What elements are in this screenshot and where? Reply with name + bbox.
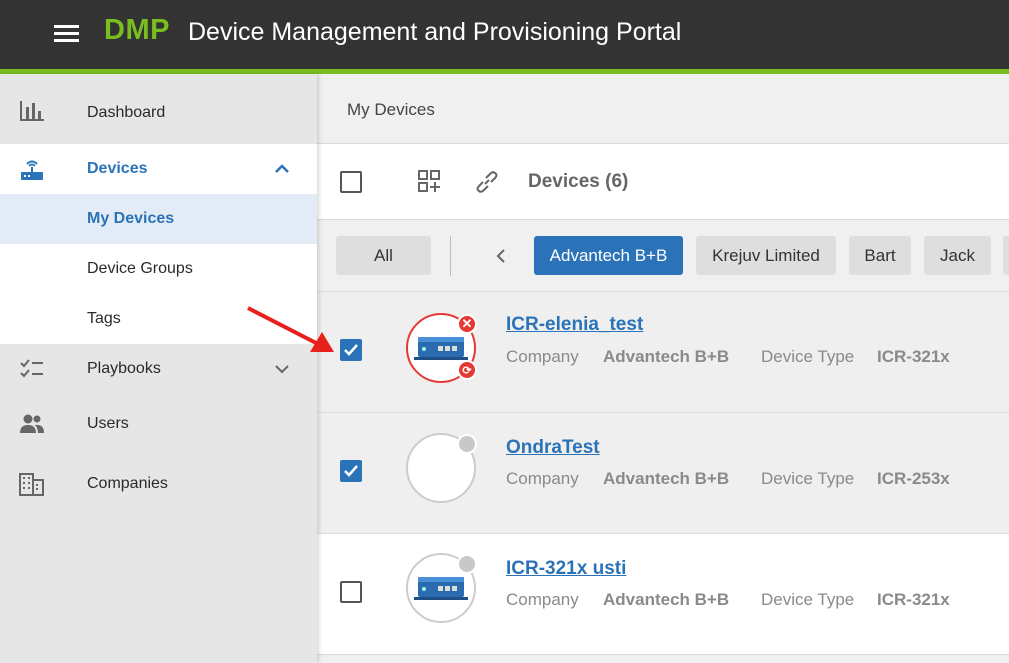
company-filter-bar: All Advantech B+B Krejuv Limited Bart Ja… xyxy=(317,220,1009,292)
device-type-label: Device Type xyxy=(761,590,855,609)
sidebar-subitem-my-devices[interactable]: My Devices xyxy=(0,194,317,244)
sidebar-subitem-label: Tags xyxy=(87,310,121,327)
filter-chip-jack[interactable]: Jack xyxy=(924,236,991,275)
filter-divider xyxy=(450,236,451,276)
sidebar-item-dashboard[interactable]: Dashboard xyxy=(0,74,317,144)
error-close-icon: ✕ xyxy=(457,314,477,334)
bar-chart-icon xyxy=(19,98,45,124)
device-row-checkbox[interactable] xyxy=(340,581,362,603)
company-value: Advantech B+B xyxy=(603,469,730,488)
devices-toolbar: Devices (6) xyxy=(317,144,1009,220)
add-to-group-icon[interactable] xyxy=(417,169,443,195)
filter-chip-more[interactable] xyxy=(1003,236,1009,275)
devices-count-label: Devices (6) xyxy=(528,171,629,192)
device-type-value: ICR-253x xyxy=(877,469,950,488)
device-row-checkbox[interactable] xyxy=(340,460,362,482)
device-name-link[interactable]: ICR-321x usti xyxy=(506,558,626,580)
breadcrumb-bar: My Devices xyxy=(317,74,1009,144)
device-row[interactable]: ICR-321x usti Company Advantech B+B Devi… xyxy=(317,534,1009,655)
chevron-down-icon[interactable] xyxy=(272,359,292,379)
company-value: Advantech B+B xyxy=(603,590,730,609)
company-label: Company xyxy=(506,347,579,366)
sidebar-subitem-label: My Devices xyxy=(87,210,175,227)
sidebar-item-label: Devices xyxy=(87,160,148,177)
status-indicator-icon xyxy=(457,554,477,574)
device-avatar xyxy=(406,553,477,623)
users-icon xyxy=(19,411,45,437)
device-type-value: ICR-321x xyxy=(877,347,950,366)
sidebar-item-users[interactable]: Users xyxy=(0,394,317,454)
chevron-left-icon[interactable] xyxy=(493,246,509,266)
sidebar-subitem-device-groups[interactable]: Device Groups xyxy=(0,244,317,294)
device-row[interactable]: OndraTest Company Advantech B+B Device T… xyxy=(317,413,1009,534)
sidebar-item-label: Companies xyxy=(87,475,168,492)
sync-error-icon: ⟳ xyxy=(457,360,477,380)
sidebar-item-label: Users xyxy=(87,415,129,432)
breadcrumb: My Devices xyxy=(347,100,435,119)
filter-chip-krejuv[interactable]: Krejuv Limited xyxy=(696,236,836,275)
sidebar-item-companies[interactable]: Companies xyxy=(0,454,317,514)
device-row[interactable]: ✕ ⟳ ICR-elenia_test Company Advantech B+… xyxy=(317,292,1009,413)
device-avatar: ✕ ⟳ xyxy=(406,313,477,383)
sidebar: Dashboard Devices My Devices Device Grou… xyxy=(0,74,317,663)
device-name-link[interactable]: OndraTest xyxy=(506,437,600,459)
app-logo[interactable]: DMP xyxy=(104,14,170,47)
sidebar-item-label: Playbooks xyxy=(87,360,161,377)
chevron-up-icon[interactable] xyxy=(272,159,292,179)
company-label: Company xyxy=(506,469,579,488)
status-indicator-icon xyxy=(457,434,477,454)
device-type-label: Device Type xyxy=(761,347,855,366)
filter-chip-bart[interactable]: Bart xyxy=(849,236,911,275)
sidebar-item-label: Dashboard xyxy=(87,104,166,121)
device-avatar xyxy=(406,433,477,503)
checklist-icon xyxy=(19,356,45,382)
company-value: Advantech B+B xyxy=(603,347,730,366)
app-title: Device Management and Provisioning Porta… xyxy=(188,18,682,46)
device-name-link[interactable]: ICR-elenia_test xyxy=(506,314,643,336)
filter-chip-all[interactable]: All xyxy=(336,236,431,275)
device-row-checkbox[interactable] xyxy=(340,339,362,361)
hamburger-menu-icon[interactable] xyxy=(54,25,79,43)
select-all-checkbox[interactable] xyxy=(340,171,362,193)
router-icon xyxy=(19,156,45,182)
filter-chip-advantech[interactable]: Advantech B+B xyxy=(534,236,683,275)
device-type-label: Device Type xyxy=(761,469,855,488)
main-content: My Devices Devices (6) All Advantech B+B… xyxy=(317,74,1009,663)
company-label: Company xyxy=(506,590,579,609)
device-type-value: ICR-321x xyxy=(877,590,950,609)
annotation-arrow-icon xyxy=(247,306,334,352)
link-icon[interactable] xyxy=(474,169,500,195)
sidebar-item-devices[interactable]: Devices xyxy=(0,144,317,194)
sidebar-subitem-label: Device Groups xyxy=(87,260,193,277)
app-header: DMP Device Management and Provisioning P… xyxy=(0,0,1009,69)
building-icon xyxy=(19,471,45,497)
